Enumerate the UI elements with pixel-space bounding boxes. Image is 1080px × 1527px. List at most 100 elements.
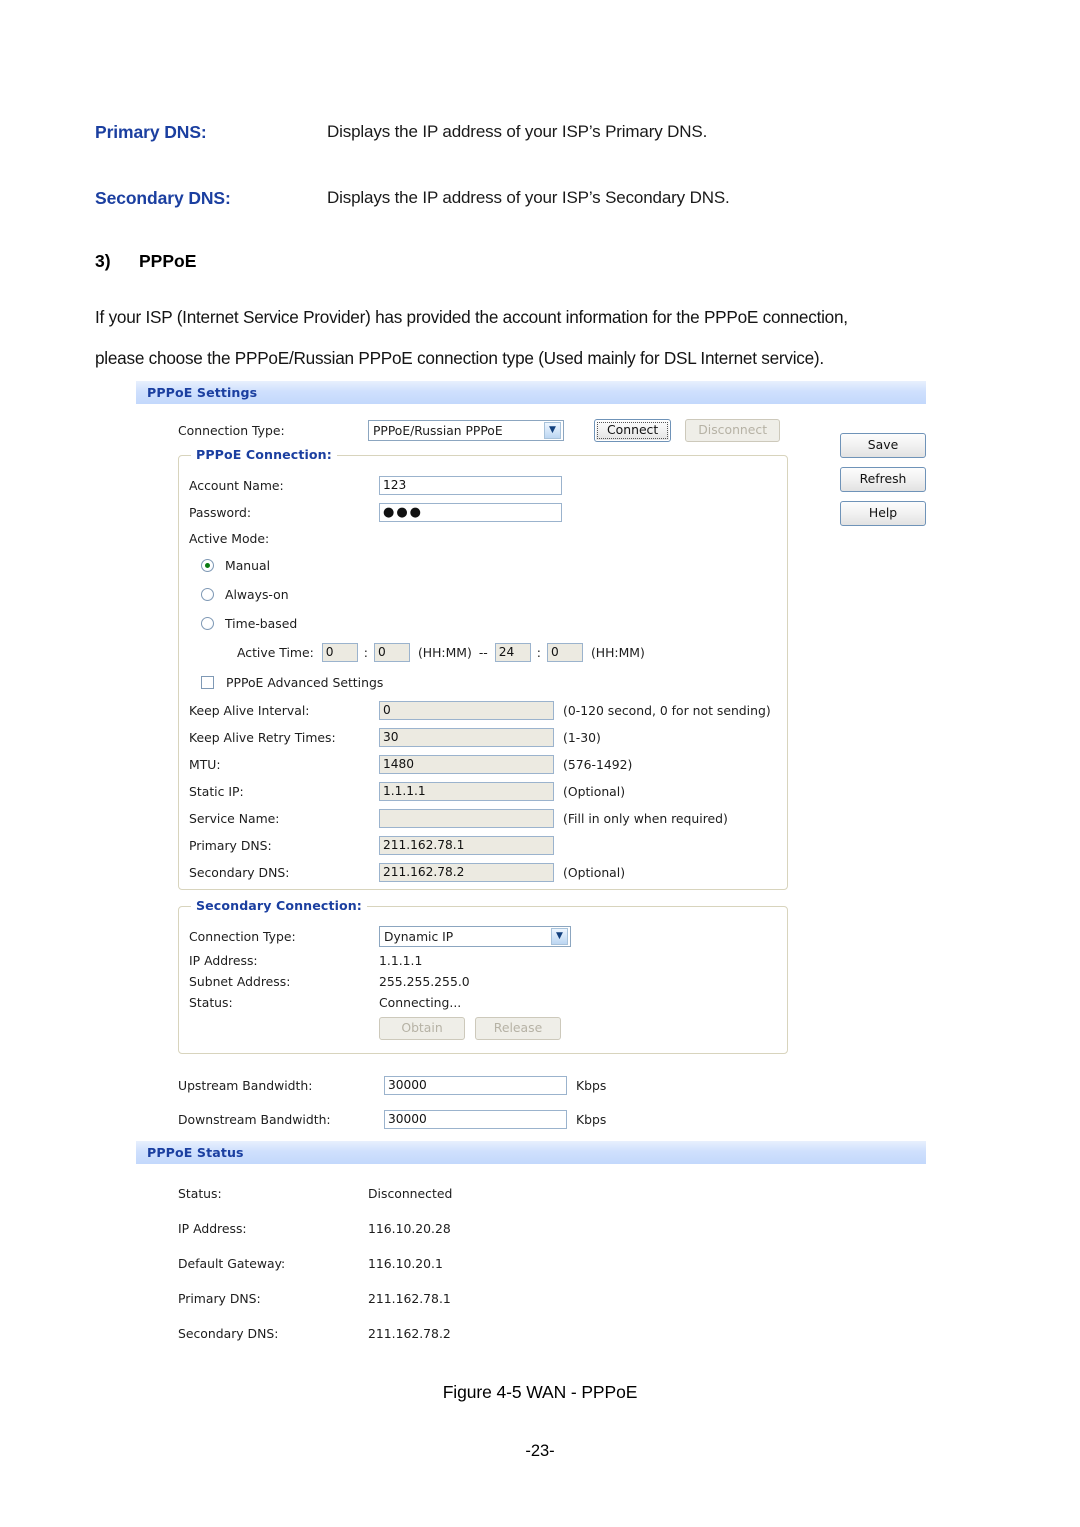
service-name-row: Service Name: (Fill in only when require… (189, 805, 777, 832)
row-value: Connecting... (379, 995, 462, 1010)
downstream-bandwidth-input[interactable]: 30000 (384, 1109, 567, 1129)
field-label: MTU: (189, 757, 221, 772)
row-value: 255.255.255.0 (379, 974, 470, 989)
active-time-row: Active Time: 0 : 0 (HH:MM) -- 24 : 0 (HH… (189, 638, 777, 667)
bandwidth-unit: Kbps (576, 1077, 607, 1093)
keep-alive-retry-times-input[interactable]: 30 (379, 728, 554, 747)
section-title: PPPoE (139, 251, 197, 271)
upstream-bandwidth-row: Upstream Bandwidth: 30000 Kbps Downstrea… (178, 1068, 606, 1136)
active-mode-option-time-based[interactable]: Time-based (189, 609, 777, 638)
field-hint: (576-1492) (563, 757, 633, 772)
paragraph-line: please choose the PPPoE/Russian PPPoE co… (95, 348, 824, 368)
pppoe-connection-fieldset: PPPoE Connection: Account Name: 123 Pass… (178, 447, 788, 890)
password-input[interactable]: ●●● (379, 503, 562, 522)
row-label: Subnet Address: (189, 974, 291, 989)
active-mode-option-label: Always-on (225, 587, 289, 602)
password-label: Password: (189, 505, 252, 520)
action-button-group: Save Refresh Help (840, 433, 926, 526)
field-label: Keep Alive Interval: (189, 703, 310, 718)
active-time-start-hour-input[interactable]: 0 (321, 643, 358, 662)
secondary-connection-type-label: Connection Type: (189, 929, 296, 944)
account-name-label: Account Name: (189, 478, 284, 493)
active-mode-label: Active Mode: (189, 531, 270, 546)
field-hint: (Optional) (563, 784, 626, 799)
field-label: Primary DNS: (189, 838, 272, 853)
active-time-end-minute-input[interactable]: 0 (546, 643, 583, 662)
advanced-settings-row[interactable]: PPPoE Advanced Settings (189, 667, 777, 697)
save-button[interactable]: Save (840, 433, 926, 458)
release-button: Release (475, 1016, 561, 1040)
active-mode-option-always-on[interactable]: Always-on (189, 580, 777, 609)
definition-primary-dns: Primary DNS: Displays the IP address of … (95, 122, 985, 143)
status-label: IP Address: (178, 1221, 247, 1236)
status-value: 211.162.78.2 (368, 1326, 451, 1341)
secondary-dns-input[interactable]: 211.162.78.2 (379, 863, 554, 882)
status-label: Default Gateway: (178, 1256, 286, 1271)
active-time-end-hour-input[interactable]: 24 (494, 643, 531, 662)
intro-paragraph: If your ISP (Internet Service Provider) … (95, 297, 985, 379)
section-number: 3) (95, 251, 111, 271)
chevron-down-icon: ▼ (544, 422, 561, 439)
secondary-connection-type-selected-value: Dynamic IP (384, 929, 454, 944)
row-label: IP Address: (189, 953, 258, 968)
refresh-button[interactable]: Refresh (840, 467, 926, 492)
connection-type-label: Connection Type: (178, 423, 285, 438)
field-label: Keep Alive Retry Times: (189, 730, 336, 745)
field-hint: (0-120 second, 0 for not sending) (563, 703, 771, 718)
radio-time-based-icon[interactable] (201, 617, 214, 630)
connection-type-selected-value: PPPoE/Russian PPPoE (373, 423, 503, 438)
router-config-screenshot: PPPoE Settings Save Refresh Help Connect… (136, 381, 926, 1357)
definition-term: Secondary DNS: (95, 188, 231, 208)
service-name-input[interactable] (379, 809, 554, 828)
radio-manual-icon[interactable] (201, 559, 214, 572)
connection-type-select[interactable]: PPPoE/Russian PPPoE ▼ (368, 420, 564, 441)
bandwidth-label: Downstream Bandwidth: (178, 1111, 331, 1127)
pppoe-status-list: Status: Disconnected IP Address: 116.10.… (178, 1176, 452, 1351)
status-label: Primary DNS: (178, 1291, 261, 1306)
static-ip-input[interactable]: 1.1.1.1 (379, 782, 554, 801)
active-time-separator: : (363, 645, 368, 660)
page-number: -23- (525, 1442, 555, 1460)
active-time-separator: : (536, 645, 541, 660)
radio-always-on-icon[interactable] (201, 588, 214, 601)
active-mode-option-label: Manual (225, 558, 271, 573)
status-label: Secondary DNS: (178, 1326, 279, 1341)
active-time-format-hint: (HH:MM) (417, 645, 472, 660)
connect-button[interactable]: Connect (594, 419, 672, 442)
active-mode-label-row: Active Mode: (189, 526, 777, 551)
status-row: Secondary DNS: 211.162.78.2 (178, 1316, 452, 1351)
mtu-row: MTU: 1480 (576-1492) (189, 751, 777, 778)
figure-caption: Figure 4-5 WAN - PPPoE (442, 1382, 638, 1402)
definition-description: Displays the IP address of your ISP’s Se… (327, 188, 730, 207)
active-time-start-minute-input[interactable]: 0 (373, 643, 410, 662)
field-hint: (1-30) (563, 730, 601, 745)
static-ip-row: Static IP: 1.1.1.1 (Optional) (189, 778, 777, 805)
account-name-input[interactable]: 123 (379, 476, 562, 495)
field-hint: (Optional) (563, 865, 626, 880)
secondary-connection-legend: Secondary Connection: (191, 898, 367, 913)
secondary-connection-fieldset: Secondary Connection: Connection Type: D… (178, 898, 788, 1054)
password-row: Password: ●●● (189, 499, 777, 526)
active-time-range-dash: -- (478, 645, 488, 660)
keep-alive-interval-input[interactable]: 0 (379, 701, 554, 720)
status-label: Status: (178, 1186, 222, 1201)
active-time-format-hint: (HH:MM) (590, 645, 645, 660)
advanced-settings-label: PPPoE Advanced Settings (226, 674, 384, 690)
secondary-connection-type-select[interactable]: Dynamic IP ▼ (379, 926, 571, 947)
pppoe-status-header: PPPoE Status (136, 1141, 926, 1165)
field-label: Static IP: (189, 784, 244, 799)
status-row: IP Address: 116.10.20.28 (178, 1211, 452, 1246)
secondary-subnet-address-row: Subnet Address: 255.255.255.0 (189, 971, 777, 992)
row-value: 1.1.1.1 (379, 953, 423, 968)
secondary-connection-buttons: Obtain Release (189, 1013, 777, 1043)
mtu-input[interactable]: 1480 (379, 755, 554, 774)
account-name-row: Account Name: 123 (189, 472, 777, 499)
primary-dns-input[interactable]: 211.162.78.1 (379, 836, 554, 855)
help-button[interactable]: Help (840, 501, 926, 526)
checkbox-advanced-settings-icon[interactable] (201, 675, 214, 689)
active-mode-option-manual[interactable]: Manual (189, 551, 777, 580)
upstream-bandwidth-input[interactable]: 30000 (384, 1075, 567, 1095)
secondary-status-row: Status: Connecting... (189, 992, 777, 1013)
paragraph-line: If your ISP (Internet Service Provider) … (95, 307, 848, 327)
active-mode-option-label: Time-based (225, 616, 298, 631)
